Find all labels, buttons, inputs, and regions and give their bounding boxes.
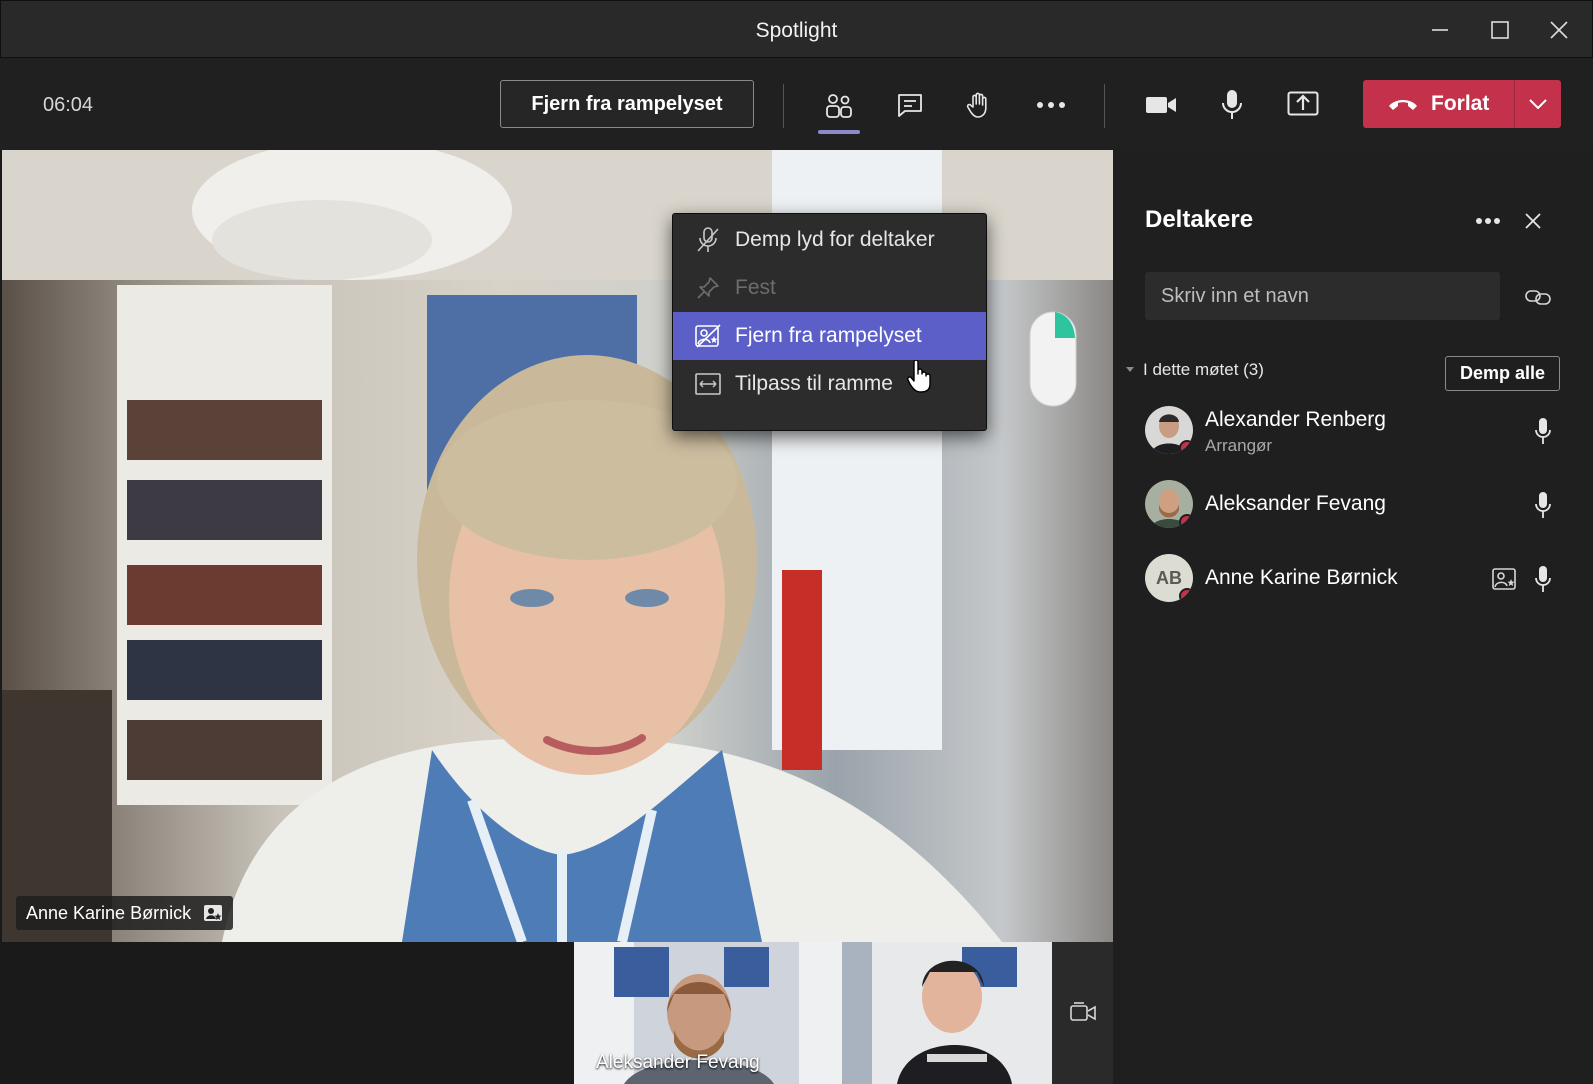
participant-name: Anne Karine Børnick bbox=[1205, 566, 1398, 589]
chat-button[interactable] bbox=[887, 82, 933, 128]
raise-hand-icon bbox=[966, 92, 987, 118]
camera-outline-icon bbox=[1069, 1002, 1096, 1021]
mouse-decoration-icon bbox=[1029, 311, 1077, 407]
participant-name: Aleksander Fevang bbox=[1205, 492, 1386, 515]
remove-spotlight-button[interactable]: Fjern fra rampelyset bbox=[500, 80, 754, 128]
menu-item-remove-spotlight[interactable]: Fjern fra rampelyset bbox=[673, 312, 986, 360]
panel-more-button[interactable] bbox=[1468, 206, 1508, 236]
more-icon bbox=[1476, 218, 1500, 224]
participant-mic-button[interactable] bbox=[1531, 416, 1555, 446]
in-meeting-section-header[interactable]: I dette møtet (3) bbox=[1125, 360, 1264, 380]
microphone-icon bbox=[1535, 492, 1551, 518]
camera-button[interactable] bbox=[1138, 82, 1184, 128]
participant-name: Alexander Renberg bbox=[1205, 408, 1386, 431]
avatar: AB bbox=[1145, 554, 1193, 602]
meeting-toolbar: 06:04 Fjern fra rampelyset Forlat bbox=[0, 58, 1593, 150]
mic-off-icon bbox=[695, 227, 721, 253]
chat-icon bbox=[898, 94, 922, 117]
pin-icon bbox=[695, 275, 721, 301]
menu-item-label: Demp lyd for deltaker bbox=[735, 228, 935, 251]
fit-frame-icon bbox=[695, 371, 721, 397]
link-icon bbox=[1525, 290, 1551, 305]
hand-cursor-icon bbox=[907, 360, 931, 393]
spotlight-name-label: Anne Karine Børnick bbox=[26, 902, 192, 923]
participant-context-menu: Demp lyd for deltaker Fest Fjern fra ram… bbox=[672, 213, 987, 431]
avatar bbox=[1145, 406, 1193, 454]
participant-row[interactable]: Aleksander Fevang bbox=[1145, 480, 1565, 536]
leave-options-button[interactable] bbox=[1515, 80, 1561, 128]
close-window-button[interactable] bbox=[1544, 15, 1574, 45]
panel-title: Deltakere bbox=[1145, 206, 1254, 233]
raise-hand-button[interactable] bbox=[956, 82, 1002, 128]
close-icon bbox=[1550, 21, 1568, 39]
participant-role: Arrangør bbox=[1205, 436, 1273, 455]
spotlight-indicator bbox=[1491, 564, 1519, 594]
hang-up-icon bbox=[1389, 100, 1417, 110]
window-title: Spotlight bbox=[755, 19, 838, 42]
spotlight-badge-icon bbox=[204, 905, 223, 921]
minimize-button[interactable] bbox=[1425, 15, 1455, 45]
participant-row[interactable]: AB Anne Karine Børnick bbox=[1145, 554, 1565, 610]
toolbar-divider bbox=[783, 84, 784, 128]
microphone-icon bbox=[1535, 418, 1551, 444]
menu-item-label: Fest bbox=[735, 276, 776, 299]
close-icon bbox=[1525, 213, 1541, 229]
participants-panel: Deltakere I dette møtet (3) Demp alle Al… bbox=[1113, 150, 1593, 1084]
maximize-button[interactable] bbox=[1485, 15, 1515, 45]
leave-button[interactable]: Forlat bbox=[1363, 80, 1561, 128]
status-dot bbox=[1179, 514, 1193, 528]
menu-item-mute-participant[interactable]: Demp lyd for deltaker bbox=[673, 216, 986, 264]
thumbnail-video-image bbox=[842, 942, 1052, 1084]
panel-close-button[interactable] bbox=[1518, 206, 1548, 236]
spotlight-remove-icon bbox=[695, 323, 721, 349]
spotlight-icon bbox=[1492, 568, 1516, 590]
camera-icon bbox=[1146, 97, 1176, 113]
section-label: I dette møtet (3) bbox=[1143, 360, 1264, 379]
microphone-button[interactable] bbox=[1209, 82, 1255, 128]
participants-icon bbox=[826, 94, 852, 118]
microphone-icon bbox=[1535, 566, 1551, 592]
leave-label: Forlat bbox=[1431, 92, 1490, 115]
thumbnail-name-label: Aleksander Fevang bbox=[596, 1052, 760, 1073]
avatar-initials: AB bbox=[1156, 567, 1182, 588]
participant-mic-button[interactable] bbox=[1531, 564, 1555, 594]
chevron-down-icon bbox=[1126, 367, 1134, 372]
participant-row[interactable]: Alexander Renberg Arrangør bbox=[1145, 406, 1565, 462]
status-dot bbox=[1179, 440, 1193, 454]
title-bar: Spotlight bbox=[0, 0, 1593, 58]
menu-item-pin[interactable]: Fest bbox=[673, 264, 986, 312]
chevron-down-icon bbox=[1529, 99, 1547, 109]
more-icon bbox=[1037, 102, 1065, 108]
microphone-icon bbox=[1222, 90, 1242, 119]
minimize-icon bbox=[1432, 29, 1448, 31]
participants-button[interactable] bbox=[816, 82, 862, 134]
maximize-icon bbox=[1491, 21, 1509, 39]
status-dot bbox=[1179, 588, 1193, 602]
spotlight-name-tag: Anne Karine Børnick bbox=[16, 896, 234, 930]
menu-item-fit-to-frame[interactable]: Tilpass til ramme bbox=[673, 360, 986, 408]
meeting-timer: 06:04 bbox=[43, 94, 94, 116]
share-invite-link-button[interactable] bbox=[1523, 282, 1553, 312]
participant-search-input[interactable] bbox=[1145, 272, 1500, 320]
avatar bbox=[1145, 480, 1193, 528]
self-view-toggle[interactable] bbox=[1052, 942, 1113, 1084]
share-screen-button[interactable] bbox=[1280, 82, 1326, 128]
share-screen-icon bbox=[1287, 91, 1319, 116]
menu-item-label: Tilpass til ramme bbox=[735, 372, 893, 395]
toolbar-divider bbox=[1104, 84, 1105, 128]
mute-all-button[interactable]: Demp alle bbox=[1445, 356, 1560, 391]
menu-item-label: Fjern fra rampelyset bbox=[735, 324, 922, 347]
more-actions-button[interactable] bbox=[1028, 82, 1074, 128]
participant-mic-button[interactable] bbox=[1531, 490, 1555, 520]
participant-thumbnail[interactable]: Aleksander Fevang bbox=[574, 942, 842, 1084]
participant-thumbnail[interactable] bbox=[842, 942, 1052, 1084]
